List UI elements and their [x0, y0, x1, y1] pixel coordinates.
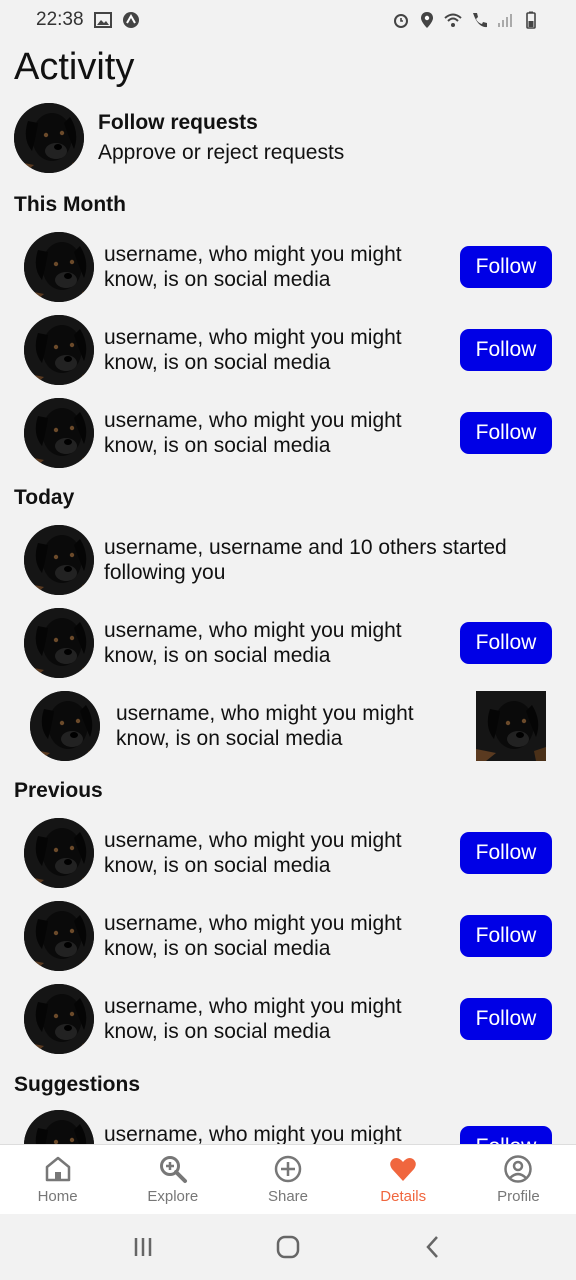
activity-text: username, who might you might know, is o…: [104, 409, 402, 457]
app-notification-icon: [122, 12, 139, 28]
list-item[interactable]: username, username and 10 others started…: [24, 525, 552, 595]
follow-requests-title: Follow requests: [98, 111, 258, 134]
activity-text: username, who might you might know, is o…: [104, 829, 402, 877]
nav-home-label: Home: [37, 1188, 78, 1205]
activity-text: username, who might you might know, is o…: [104, 326, 402, 374]
list-item[interactable]: username, who might you might know, is o…: [24, 901, 552, 971]
nav-explore-label: Explore: [147, 1188, 199, 1205]
list-item[interactable]: username, who might you might know, is o…: [30, 691, 546, 761]
activity-text: username, who might you might know, is o…: [104, 912, 402, 960]
system-nav-bar: [0, 1214, 576, 1280]
signal-icon: [498, 14, 512, 27]
activity-text: username, who might you might know, is o…: [104, 243, 402, 291]
avatar[interactable]: [24, 984, 94, 1054]
follow-button[interactable]: Follow: [460, 832, 552, 874]
avatar[interactable]: [24, 232, 94, 302]
list-item[interactable]: username, who might you might know, is o…: [24, 984, 552, 1054]
gallery-icon: [93, 12, 112, 28]
list-item[interactable]: username, who might you might know, is o…: [24, 398, 552, 468]
section-today: Today: [14, 486, 75, 509]
page-title: Activity: [14, 46, 135, 88]
follow-button[interactable]: Follow: [460, 329, 552, 371]
follow-button[interactable]: Follow: [460, 246, 552, 288]
wifi-icon: [444, 13, 462, 27]
nav-profile-label: Profile: [497, 1188, 540, 1205]
avatar[interactable]: [24, 608, 94, 678]
follow-button[interactable]: Follow: [460, 915, 552, 957]
home-icon: [45, 1156, 70, 1182]
follow-button[interactable]: Follow: [460, 622, 552, 664]
nav-explore[interactable]: Explore: [115, 1145, 230, 1214]
nav-home[interactable]: Home: [0, 1145, 115, 1214]
activity-text: username, username and 10 others started…: [104, 536, 507, 584]
heart-icon: [390, 1158, 416, 1181]
activity-text: username, who might you might know, is o…: [116, 702, 414, 750]
nav-details[interactable]: Details: [346, 1145, 461, 1214]
status-bar: 22:38: [0, 0, 576, 40]
status-time: 22:38: [36, 9, 84, 30]
follow-button[interactable]: Follow: [460, 998, 552, 1040]
avatar[interactable]: [30, 691, 100, 761]
profile-icon: [504, 1155, 533, 1183]
follow-button[interactable]: Follow: [460, 412, 552, 454]
follow-requests[interactable]: Follow requests Approve or reject reques…: [14, 103, 344, 173]
home-button-icon[interactable]: [274, 1233, 302, 1261]
section-previous: Previous: [14, 779, 103, 802]
follow-requests-subtitle: Approve or reject requests: [98, 141, 345, 164]
list-item[interactable]: username, who might you might know, is o…: [24, 818, 552, 888]
nav-share[interactable]: Share: [230, 1145, 345, 1214]
list-item[interactable]: username, who might you might know, is o…: [24, 608, 552, 678]
nav-details-label: Details: [380, 1188, 427, 1205]
avatar[interactable]: [24, 398, 94, 468]
add-circle-icon: [274, 1155, 302, 1183]
avatar[interactable]: [24, 315, 94, 385]
avatar[interactable]: [24, 525, 94, 595]
section-this-month: This Month: [14, 193, 126, 216]
bottom-nav: Home Explore Share Details Profile: [0, 1144, 576, 1214]
nav-profile[interactable]: Profile: [461, 1145, 576, 1214]
battery-icon: [526, 11, 536, 29]
list-item[interactable]: username, who might you might know, is o…: [24, 232, 552, 302]
section-suggestions: Suggestions: [14, 1073, 141, 1096]
activity-text: username, who might you might know, is o…: [104, 619, 402, 667]
alarm-icon: [394, 14, 408, 28]
back-icon[interactable]: [419, 1233, 447, 1261]
activity-text: username, who might you might know, is o…: [104, 995, 402, 1043]
zoom-in-icon: [159, 1156, 187, 1183]
list-item[interactable]: username, who might you might know, is o…: [24, 315, 552, 385]
nav-share-label: Share: [267, 1188, 309, 1205]
recent-apps-icon[interactable]: [129, 1233, 157, 1261]
avatar[interactable]: [24, 818, 94, 888]
avatar: [14, 103, 84, 173]
post-thumbnail[interactable]: [476, 691, 546, 761]
avatar[interactable]: [24, 901, 94, 971]
call-icon: [473, 13, 487, 28]
location-icon: [421, 12, 433, 28]
